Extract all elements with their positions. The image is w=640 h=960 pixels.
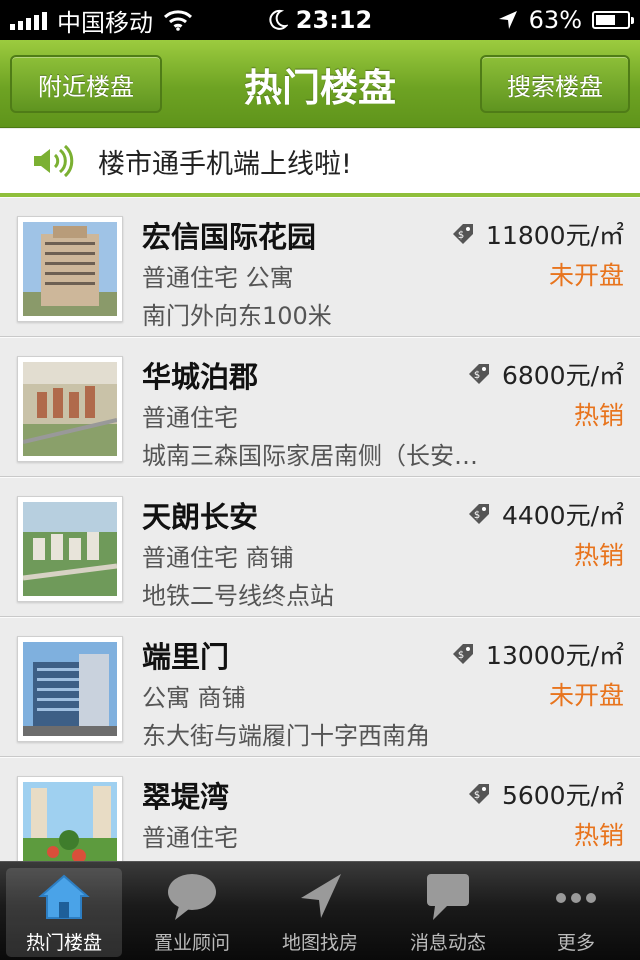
tab-label: 热门楼盘 <box>25 932 102 954</box>
carrier-label: 中国移动 <box>57 8 153 37</box>
listing-type: 普通住宅 <box>142 404 238 432</box>
price-value: 6800元/㎡ <box>501 361 624 390</box>
announcement-banner[interactable]: 楼市通手机端上线啦! <box>0 129 640 197</box>
sales-status: 未开盘 <box>548 681 624 710</box>
listing-address: 东大街与端履门十字西南角 <box>142 722 430 750</box>
building-photo <box>23 362 117 456</box>
building-photo <box>23 642 117 736</box>
listing-price: $ 4400元/㎡ <box>466 496 624 532</box>
battery-percent: 63% <box>528 6 582 34</box>
listing-name: 华城泊郡 <box>142 360 259 394</box>
building-photo <box>23 782 117 861</box>
moon-icon <box>269 9 288 30</box>
tab-house[interactable]: 热门楼盘 <box>0 862 128 960</box>
price-tag-icon: $ <box>453 224 474 244</box>
svg-text:$: $ <box>458 230 464 241</box>
svg-text:$: $ <box>458 650 464 661</box>
price-tag-icon: $ <box>453 644 474 664</box>
price-tag-icon: $ <box>468 364 489 384</box>
tab-chat-bubble[interactable]: 置业顾问 <box>128 862 256 960</box>
message-icon <box>427 874 469 920</box>
sales-status: 热销 <box>573 821 624 850</box>
listing-row[interactable]: 端里门 公寓 商铺 东大街与端履门十字西南角 $ 13000元/㎡ 未开盘 <box>0 617 640 757</box>
tab-message[interactable]: 消息动态 <box>384 862 512 960</box>
listing-type: 公寓 商铺 <box>142 684 246 712</box>
listing-thumbnail <box>17 496 123 602</box>
price-value: 11800元/㎡ <box>486 221 624 250</box>
navigation-arrow-icon <box>301 874 341 918</box>
listing-type: 普通住宅 <box>142 824 238 852</box>
signal-icon <box>10 10 47 30</box>
listing-address: 地铁二号线终点站 <box>142 582 334 610</box>
listing-price: $ 13000元/㎡ <box>450 636 624 672</box>
sales-status: 未开盘 <box>548 261 624 290</box>
tab-label: 消息动态 <box>409 932 486 954</box>
battery-fill <box>596 15 615 25</box>
app-root: 中国移动 23:12 63% 附近楼盘 热门楼盘 搜索楼盘 楼市通手机端上线啦!… <box>0 0 640 960</box>
announcement-text: 楼市通手机端上线啦! <box>98 148 352 180</box>
house-icon <box>38 874 90 919</box>
tab-label: 更多 <box>556 932 595 954</box>
listing-thumbnail <box>17 636 123 742</box>
tab-label: 地图找房 <box>281 932 358 954</box>
listing-thumbnail <box>17 356 123 462</box>
speaker-icon <box>34 144 74 178</box>
price-tag-icon: $ <box>468 504 489 524</box>
search-listings-button[interactable]: 搜索楼盘 <box>480 55 630 113</box>
price-value: 5600元/㎡ <box>501 781 624 810</box>
listing-name: 端里门 <box>142 640 230 674</box>
listing-address: 南门外向东100米 <box>142 302 332 330</box>
listing-name: 天朗长安 <box>142 500 259 534</box>
property-list[interactable]: 宏信国际花园 普通住宅 公寓 南门外向东100米 $ 11800元/㎡ 未开盘 … <box>0 197 640 861</box>
svg-text:$: $ <box>474 790 480 801</box>
tab-more-dots[interactable]: 更多 <box>512 862 640 960</box>
price-value: 4400元/㎡ <box>501 501 624 530</box>
listing-address: 城南三森国际家居南侧（长安… <box>142 442 478 470</box>
listing-price: $ 6800元/㎡ <box>466 356 624 392</box>
battery-icon <box>592 11 634 29</box>
listing-row[interactable]: 华城泊郡 普通住宅 城南三森国际家居南侧（长安… $ 6800元/㎡ 热销 <box>0 337 640 477</box>
listing-type: 普通住宅 公寓 <box>142 264 294 292</box>
tab-bar: 热门楼盘 置业顾问 地图找房 消息动态 更多 <box>0 861 640 960</box>
more-dots-icon <box>556 893 596 903</box>
navigation-bar: 附近楼盘 热门楼盘 搜索楼盘 <box>0 40 640 128</box>
sales-status: 热销 <box>573 541 624 570</box>
listing-name: 宏信国际花园 <box>142 220 317 254</box>
sales-status: 热销 <box>573 401 624 430</box>
listing-row[interactable]: 天朗长安 普通住宅 商铺 地铁二号线终点站 $ 4400元/㎡ 热销 <box>0 477 640 617</box>
status-bar: 中国移动 23:12 63% <box>0 0 640 40</box>
listing-row[interactable]: 宏信国际花园 普通住宅 公寓 南门外向东100米 $ 11800元/㎡ 未开盘 <box>0 197 640 337</box>
price-tag-icon: $ <box>468 784 489 804</box>
chat-bubble-icon <box>168 874 216 920</box>
building-photo <box>23 222 117 316</box>
svg-text:$: $ <box>474 510 480 521</box>
listing-type: 普通住宅 商铺 <box>142 544 294 572</box>
listing-row[interactable]: 翠堤湾 普通住宅 $ 5600元/㎡ 热销 <box>0 757 640 861</box>
listing-price: $ 11800元/㎡ <box>450 216 624 252</box>
tab-navigation-arrow[interactable]: 地图找房 <box>256 862 384 960</box>
page-title: 热门楼盘 <box>243 65 396 110</box>
listing-price: $ 5600元/㎡ <box>466 776 624 812</box>
clock-time: 23:12 <box>295 6 373 34</box>
svg-text:$: $ <box>474 370 480 381</box>
listing-thumbnail <box>17 216 123 322</box>
listing-name: 翠堤湾 <box>142 780 230 814</box>
tab-label: 置业顾问 <box>153 932 230 954</box>
price-value: 13000元/㎡ <box>486 641 624 670</box>
listing-thumbnail <box>17 776 123 861</box>
building-photo <box>23 502 117 596</box>
nearby-listings-button[interactable]: 附近楼盘 <box>10 55 162 113</box>
wifi-icon <box>163 10 193 31</box>
location-arrow-icon <box>498 11 517 29</box>
